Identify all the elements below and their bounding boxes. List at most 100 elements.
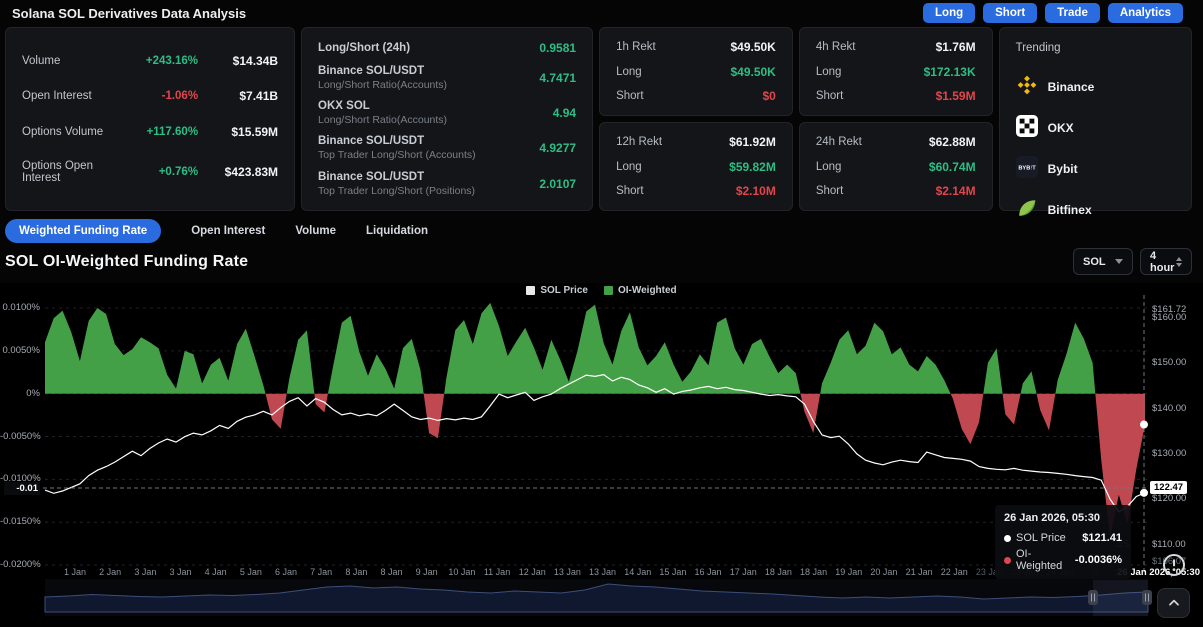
rekt-card-4h-rekt: 4h Rekt$1.76MLong$172.13KShort$1.59M (799, 27, 993, 116)
metric-change: -1.06% (126, 90, 198, 102)
ratio-labels: OKX SOLLong/Short Ratio(Accounts) (318, 100, 553, 126)
long-button[interactable]: Long (923, 3, 975, 23)
metric-row-open-interest: Open Interest-1.06%$7.41B (22, 89, 278, 103)
tooltip-row-oi-weighted: OI-Weighted -0.0036% (1004, 548, 1122, 572)
metric-row-options-open-interest: Options Open Interest+0.76%$423.83M (22, 160, 278, 184)
rekt-short-value: $1.59M (936, 89, 976, 103)
legend-oi-weighted[interactable]: OI-Weighted (604, 285, 677, 296)
summary-cards-row: Volume+243.16%$14.34B Open Interest-1.06%… (5, 27, 1192, 211)
red-dot-icon (1004, 557, 1011, 564)
chevron-up-icon (1166, 595, 1182, 611)
okx-icon (1016, 115, 1038, 140)
metric-label: Options Open Interest (22, 160, 126, 184)
trending-item-bybit[interactable]: BYB!T Bybit (1016, 156, 1175, 181)
rekt-total-row: 4h Rekt $1.76M (816, 40, 976, 54)
y-axis-left-tick: 0.0050% (0, 345, 40, 356)
rekt-long-value: $172.13K (924, 65, 976, 79)
chart-legend: SOL Price OI-Weighted (0, 285, 1203, 296)
metric-label: Volume (22, 55, 126, 67)
trade-button[interactable]: Trade (1045, 3, 1100, 23)
scroll-top-button[interactable] (1157, 588, 1190, 618)
legend-swatch-green (604, 286, 613, 295)
y-axis-right-tick: $110.00 (1152, 539, 1186, 550)
ratio-labels: Binance SOL/USDTLong/Short Ratio(Account… (318, 65, 539, 91)
page-title: Solana SOL Derivatives Data Analysis (12, 6, 246, 21)
legend-sol-price[interactable]: SOL Price (526, 285, 588, 296)
tab-weighted-funding-rate[interactable]: Weighted Funding Rate (5, 219, 161, 243)
tooltip-series-name: SOL Price (1016, 532, 1077, 544)
rekt-short-row: Short$2.14M (816, 184, 976, 198)
tab-open-interest[interactable]: Open Interest (191, 225, 265, 237)
ratio-line1: Binance SOL/USDT (318, 171, 539, 183)
crosshair-price-label: 122.47 (1150, 481, 1187, 494)
metric-label: Open Interest (22, 90, 126, 102)
exchange-name: Bybit (1048, 162, 1078, 176)
long-short-ratios-card: Long/Short (24h)0.9581Binance SOL/USDTLo… (301, 27, 593, 211)
top-bar: Solana SOL Derivatives Data Analysis Lon… (0, 0, 1203, 26)
trending-item-okx[interactable]: OKX (1016, 115, 1175, 140)
ratio-line1: Long/Short (24h) (318, 42, 539, 54)
tab-liquidation[interactable]: Liquidation (366, 225, 428, 237)
chart-tooltip: 26 Jan 2026, 05:30 SOL Price $121.41 OI-… (995, 505, 1131, 579)
legend-label: OI-Weighted (618, 285, 677, 296)
ratio-line2: Top Trader Long/Short (Accounts) (318, 149, 539, 161)
rekt-card-24h-rekt: 24h Rekt$62.88MLong$60.74MShort$2.14M (799, 122, 993, 211)
rekt-long-label: Long (616, 66, 642, 78)
funding-rate-chart[interactable]: SOL Price OI-Weighted -0.01 122.47 5S 26… (0, 283, 1203, 627)
navigator-selected-window (1093, 580, 1148, 616)
rekt-short-row: Short$0 (616, 89, 776, 103)
symbol-select[interactable]: SOL (1073, 248, 1133, 275)
rekt-total-row: 1h Rekt$49.50K (616, 40, 776, 54)
chart-header: SOL OI-Weighted Funding Rate SOL 4 hour (5, 248, 1192, 275)
handle-body (1142, 590, 1152, 605)
symbol-select-value: SOL (1083, 256, 1106, 268)
rekt-title: 1h Rekt (616, 41, 656, 53)
rekt-title: 4h Rekt (816, 41, 856, 53)
alert-circle-icon (1162, 553, 1186, 577)
tooltip-row-sol-price: SOL Price $121.41 (1004, 532, 1122, 544)
tab-volume[interactable]: Volume (295, 225, 336, 237)
rekt-card-1h-rekt: 1h Rekt$49.50K Long $49.50K Short$0 (599, 27, 793, 116)
ratio-labels: Long/Short (24h) (318, 42, 539, 54)
trending-list: Binance OKX BYB!T Bybit Bitfinex (1016, 58, 1175, 222)
rekt-long-row: Long$172.13K (816, 65, 976, 79)
y-axis-left-tick: -0.0150% (0, 516, 40, 527)
ratio-line2: Long/Short Ratio(Accounts) (318, 114, 553, 126)
header-buttons: Long Short Trade Analytics (923, 3, 1183, 23)
trending-title: Trending (1016, 42, 1175, 54)
white-dot-icon (1004, 535, 1011, 542)
rekt-total-value: $61.92M (729, 135, 776, 149)
ratio-value: 0.9581 (539, 41, 576, 55)
navigator-handle[interactable] (1142, 590, 1152, 605)
ratio-labels: Binance SOL/USDTTop Trader Long/Short (P… (318, 171, 539, 197)
metric-row-volume: Volume+243.16%$14.34B (22, 54, 278, 68)
trending-item-bitfinex[interactable]: Bitfinex (1016, 197, 1175, 222)
rekt-total-value: $1.76M (936, 40, 976, 54)
ratio-value: 4.94 (553, 106, 576, 120)
short-button[interactable]: Short (983, 3, 1037, 23)
ratio-value: 4.7471 (539, 71, 576, 85)
tooltip-series-name: OI-Weighted (1016, 548, 1070, 572)
y-axis-right-tick: $140.00 (1152, 403, 1186, 414)
trending-item-binance[interactable]: Binance (1016, 74, 1175, 99)
exchange-name: OKX (1048, 121, 1074, 135)
metric-label: Options Volume (22, 126, 126, 138)
ratio-line1: Binance SOL/USDT (318, 135, 539, 147)
legend-swatch-white (526, 286, 535, 295)
metrics-card: Volume+243.16%$14.34B Open Interest-1.06%… (5, 27, 295, 211)
bybit-icon: BYB!T (1016, 156, 1038, 181)
ratio-row: Binance SOL/USDT Top Trader Long/Short (A… (318, 135, 576, 161)
y-axis-left-tick: 0.0100% (0, 302, 40, 313)
navigator-handle[interactable] (1088, 590, 1098, 605)
y-axis-right-tick: $130.00 (1152, 448, 1186, 459)
rekt-long-value: $49.50K (730, 65, 775, 79)
interval-select[interactable]: 4 hour (1140, 248, 1192, 275)
metric-value: $423.83M (198, 165, 278, 179)
navigator[interactable] (45, 579, 1152, 616)
y-axis-right-tick: $120.00 (1152, 493, 1186, 504)
alert-button[interactable] (1160, 551, 1188, 579)
analytics-button[interactable]: Analytics (1108, 3, 1183, 23)
ratio-line2: Long/Short Ratio(Accounts) (318, 79, 539, 91)
y-axis-left-tick: 0% (0, 388, 40, 399)
ratio-value: 4.9277 (539, 141, 576, 155)
